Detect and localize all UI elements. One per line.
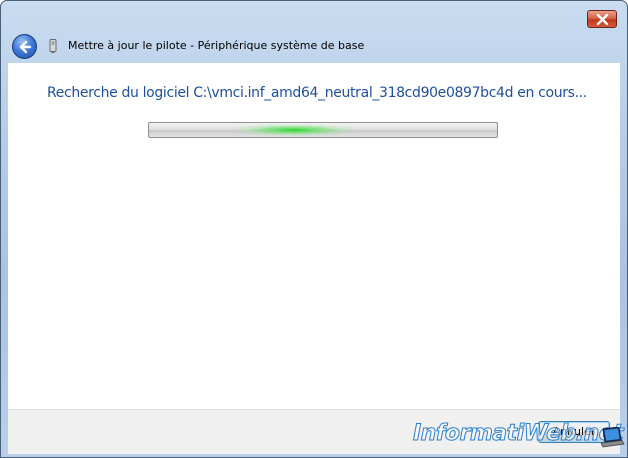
back-button[interactable] xyxy=(12,34,37,59)
status-text: Recherche du logiciel C:\vmci.inf_amd64_… xyxy=(47,85,587,101)
wizard-title: Mettre à jour le pilote - Périphérique s… xyxy=(68,39,365,52)
laptop-icon xyxy=(600,427,625,448)
close-button[interactable] xyxy=(587,10,617,28)
title-bar: Mettre à jour le pilote - Périphérique s… xyxy=(1,1,627,63)
watermark-text: InformatiWeb.net xyxy=(412,421,624,447)
back-arrow-icon xyxy=(19,40,32,54)
progress-marquee-glow xyxy=(234,124,354,136)
device-icon xyxy=(49,39,57,53)
close-icon xyxy=(596,14,609,25)
driver-update-window: Mettre à jour le pilote - Périphérique s… xyxy=(0,0,628,458)
progress-bar xyxy=(148,122,498,138)
content-area: Recherche du logiciel C:\vmci.inf_amd64_… xyxy=(8,63,620,409)
